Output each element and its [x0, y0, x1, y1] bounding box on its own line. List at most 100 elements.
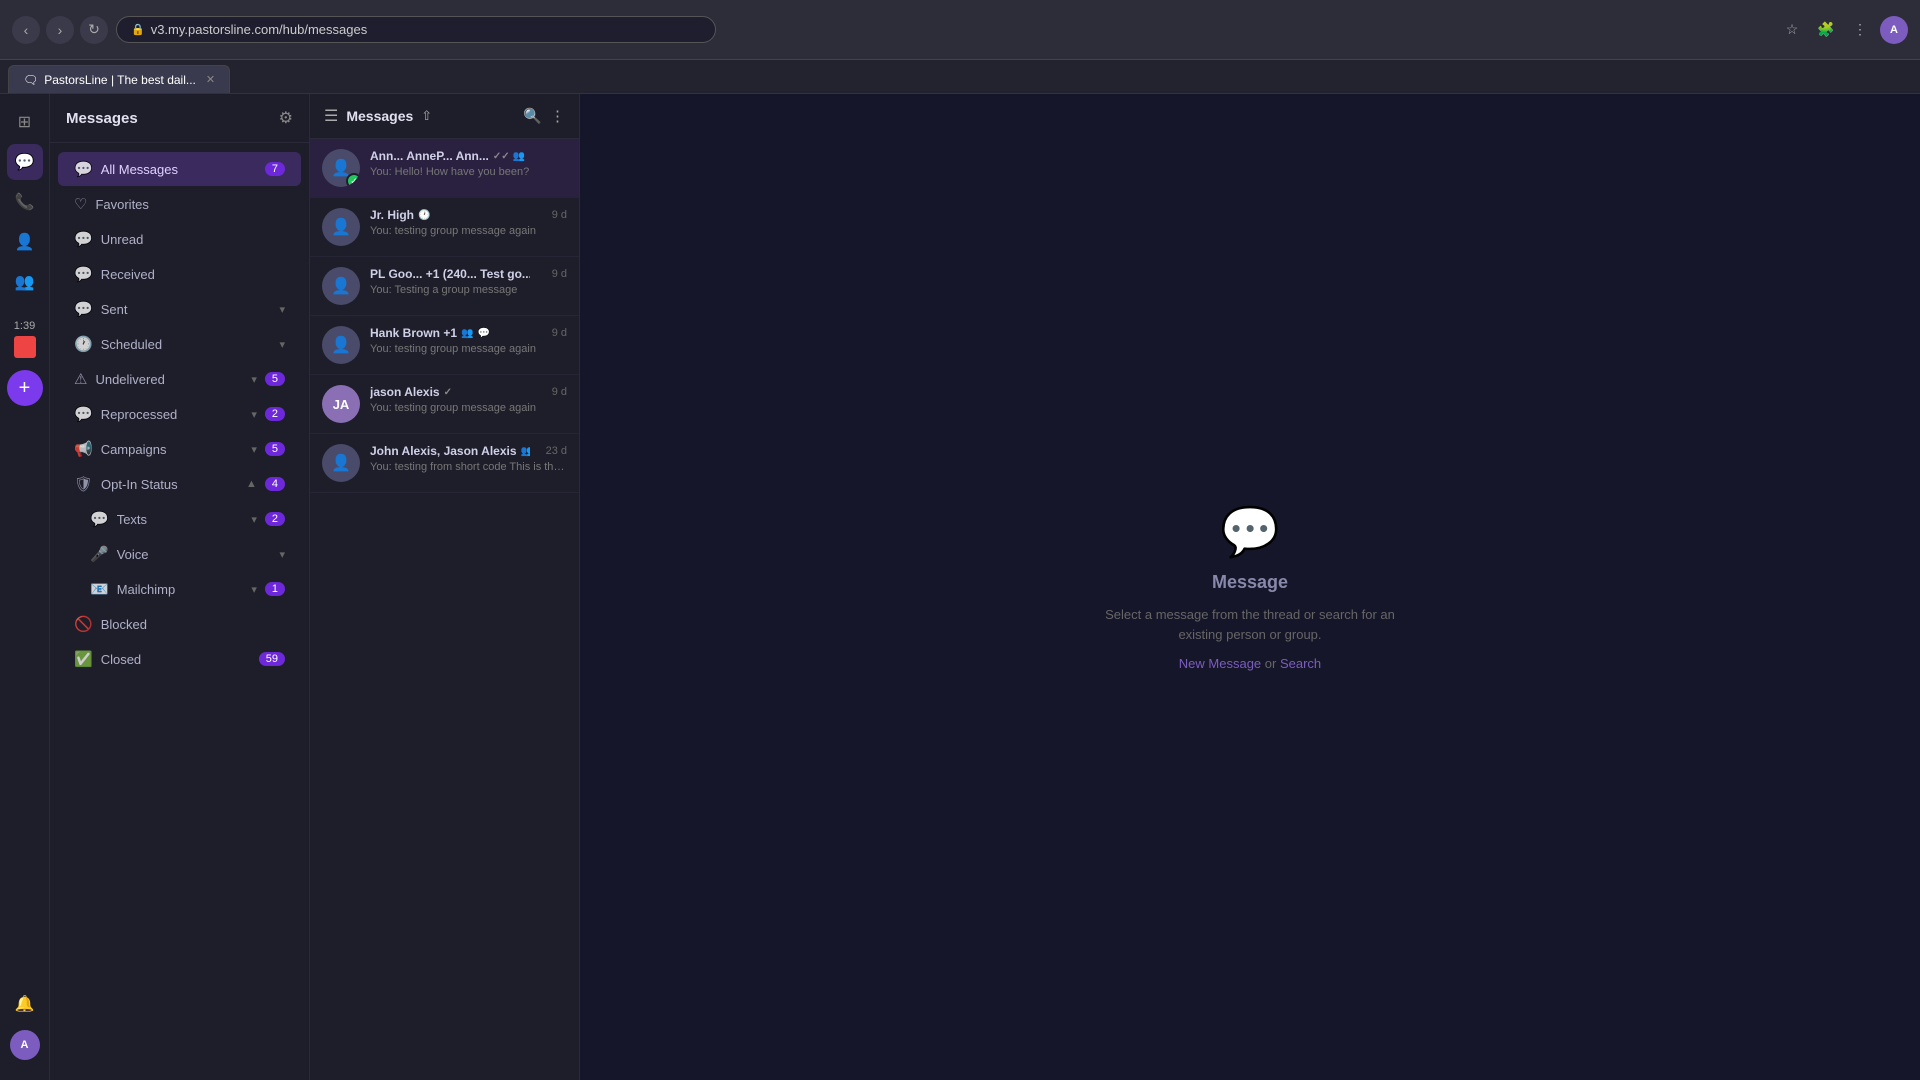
msg-top-row-2: Jr. High 🕐 9 d	[370, 208, 567, 222]
message-item-6[interactable]: 👤 John Alexis, Jason Alexis 👥 23 d You: …	[310, 434, 579, 493]
voice-icon: 🎤	[90, 545, 109, 563]
scheduled-chevron: ▾	[279, 338, 285, 351]
all-messages-badge: 7	[265, 162, 285, 176]
menu-icon[interactable]: ⋮	[1846, 16, 1874, 44]
rail-groups-icon[interactable]: 👥	[7, 264, 43, 300]
message-item-5[interactable]: JA jason Alexis ✓ 9 d You: testing group…	[310, 375, 579, 434]
empty-state-icon: 💬	[1220, 503, 1280, 560]
avatar-2: 👤	[322, 208, 360, 246]
sent-label: Sent	[101, 302, 272, 317]
msg-name-6: John Alexis, Jason Alexis 👥	[370, 444, 530, 458]
msg-time-2: 9 d	[552, 209, 567, 221]
sidebar-item-undelivered[interactable]: ⚠ Undelivered ▾ 5	[58, 362, 301, 396]
avatar-5: JA	[322, 385, 360, 423]
avatar-1: 👤 ✓	[322, 149, 360, 187]
tab-favicon: 🗨	[23, 73, 38, 87]
scheduled-label: Scheduled	[101, 337, 272, 352]
reprocessed-label: Reprocessed	[101, 407, 244, 422]
group-icon-1: 👥	[513, 151, 525, 162]
avatar-6: 👤	[322, 444, 360, 482]
closed-badge: 59	[259, 652, 285, 666]
reload-button[interactable]: ↻	[80, 16, 108, 44]
sidebar-item-all-messages[interactable]: 💬 All Messages 7	[58, 152, 301, 186]
campaigns-badge: 5	[265, 442, 285, 456]
favorites-label: Favorites	[95, 197, 285, 212]
opt-in-label: Opt-In Status	[101, 477, 238, 492]
message-item-3[interactable]: 👤 PL Goo... +1 (240... Test go... Dan...…	[310, 257, 579, 316]
campaigns-icon: 📢	[74, 440, 93, 458]
panel-title: Messages	[346, 108, 413, 124]
notifications-icon[interactable]: 🔔	[7, 986, 43, 1022]
sent-chevron: ▾	[279, 303, 285, 316]
msg-content-5: jason Alexis ✓ 9 d You: testing group me…	[370, 385, 567, 414]
msg-preview-6: You: testing from short code This is the…	[370, 461, 567, 473]
reprocessed-chevron: ▾	[251, 408, 257, 421]
sidebar-item-closed[interactable]: ✅ Closed 59	[58, 642, 301, 676]
extensions-icon[interactable]: 🧩	[1812, 16, 1840, 44]
sidebar-item-campaigns[interactable]: 📢 Campaigns ▾ 5	[58, 432, 301, 466]
sidebar-item-unread[interactable]: 💬 Unread	[58, 222, 301, 256]
msg-top-row-1: Ann... AnneP... Ann... ✓✓ 👥	[370, 149, 567, 163]
undelivered-chevron: ▾	[251, 373, 257, 386]
settings-icon[interactable]: ⚙	[279, 108, 293, 128]
sidebar-item-voice[interactable]: 🎤 Voice ▾	[58, 537, 301, 571]
all-messages-icon: 💬	[74, 160, 93, 178]
rail-grid-icon[interactable]: ⊞	[7, 104, 43, 140]
tab-close-icon[interactable]: ✕	[206, 73, 215, 86]
rail-contacts-icon[interactable]: 👤	[7, 224, 43, 260]
msg-preview-3: You: Testing a group message	[370, 284, 567, 296]
chat-icon-4: 💬	[477, 328, 489, 339]
texts-label: Texts	[117, 512, 244, 527]
sidebar-item-blocked[interactable]: 🚫 Blocked	[58, 607, 301, 641]
rail-messages-icon[interactable]: 💬	[7, 144, 43, 180]
message-list-panel: ☰ Messages ⇧ 🔍 ⋮ 👤 ✓ Ann... AnneP.	[310, 94, 580, 1080]
rail-bottom: 🔔 A	[7, 986, 43, 1070]
sent-icon: 💬	[74, 300, 93, 318]
voice-label: Voice	[117, 547, 272, 562]
user-profile-avatar[interactable]: A	[10, 1030, 40, 1060]
message-item-2[interactable]: 👤 Jr. High 🕐 9 d You: testing group mess…	[310, 198, 579, 257]
msg-time-4: 9 d	[552, 327, 567, 339]
unread-label: Unread	[101, 232, 285, 247]
sidebar-item-reprocessed[interactable]: 💬 Reprocessed ▾ 2	[58, 397, 301, 431]
texts-badge: 2	[265, 512, 285, 526]
search-button[interactable]: 🔍	[523, 107, 542, 125]
address-bar[interactable]: 🔒 v3.my.pastorsline.com/hub/messages	[116, 16, 716, 43]
new-message-link[interactable]: New Message	[1179, 656, 1261, 671]
message-item-1[interactable]: 👤 ✓ Ann... AnneP... Ann... ✓✓ 👥	[310, 139, 579, 198]
more-options-button[interactable]: ⋮	[550, 107, 565, 125]
msg-name-2: Jr. High 🕐	[370, 208, 430, 222]
rail-phone-icon[interactable]: 📞	[7, 184, 43, 220]
sidebar-item-mailchimp[interactable]: 📧 Mailchimp ▾ 1	[58, 572, 301, 606]
msg-time-3: 9 d	[552, 268, 567, 280]
sidebar-item-scheduled[interactable]: 🕐 Scheduled ▾	[58, 327, 301, 361]
fab-add-button[interactable]: +	[7, 370, 43, 406]
tab-bar: 🗨 PastorsLine | The best dail... ✕	[0, 60, 1920, 94]
back-button[interactable]: ‹	[12, 16, 40, 44]
sidebar: Messages ⚙ 💬 All Messages 7 ♡ Favorites …	[50, 94, 310, 1080]
sidebar-item-sent[interactable]: 💬 Sent ▾	[58, 292, 301, 326]
share-icon[interactable]: ⇧	[421, 108, 432, 124]
sidebar-item-texts[interactable]: 💬 Texts ▾ 2	[58, 502, 301, 536]
msg-preview-5: You: testing group message again	[370, 402, 567, 414]
bookmark-icon[interactable]: ☆	[1778, 16, 1806, 44]
nav-buttons: ‹ › ↻	[12, 16, 108, 44]
sidebar-title: Messages	[66, 110, 138, 127]
search-link[interactable]: Search	[1280, 656, 1321, 671]
reprocessed-badge: 2	[265, 407, 285, 421]
sidebar-item-favorites[interactable]: ♡ Favorites	[58, 187, 301, 221]
panel-title-row: ☰ Messages ⇧	[324, 106, 432, 126]
sidebar-item-received[interactable]: 💬 Received	[58, 257, 301, 291]
received-label: Received	[101, 267, 285, 282]
forward-button[interactable]: ›	[46, 16, 74, 44]
sidebar-item-opt-in-status[interactable]: 🛡 Opt-In Status ▲ 4	[58, 467, 301, 501]
app-container: ⊞ 💬 📞 👤 👥 1:39 + 🔔 A Messages ⚙ 💬 All Me…	[0, 94, 1920, 1080]
msg-content-2: Jr. High 🕐 9 d You: testing group messag…	[370, 208, 567, 237]
hamburger-icon[interactable]: ☰	[324, 106, 338, 126]
undelivered-badge: 5	[265, 372, 285, 386]
msg-preview-1: You: Hello! How have you been?	[370, 166, 567, 178]
avatar-4: 👤	[322, 326, 360, 364]
message-item-4[interactable]: 👤 Hank Brown +1 👥 💬 9 d You: testing gro…	[310, 316, 579, 375]
url-text: v3.my.pastorsline.com/hub/messages	[151, 22, 368, 37]
tab-pastorsline[interactable]: 🗨 PastorsLine | The best dail... ✕	[8, 65, 230, 93]
